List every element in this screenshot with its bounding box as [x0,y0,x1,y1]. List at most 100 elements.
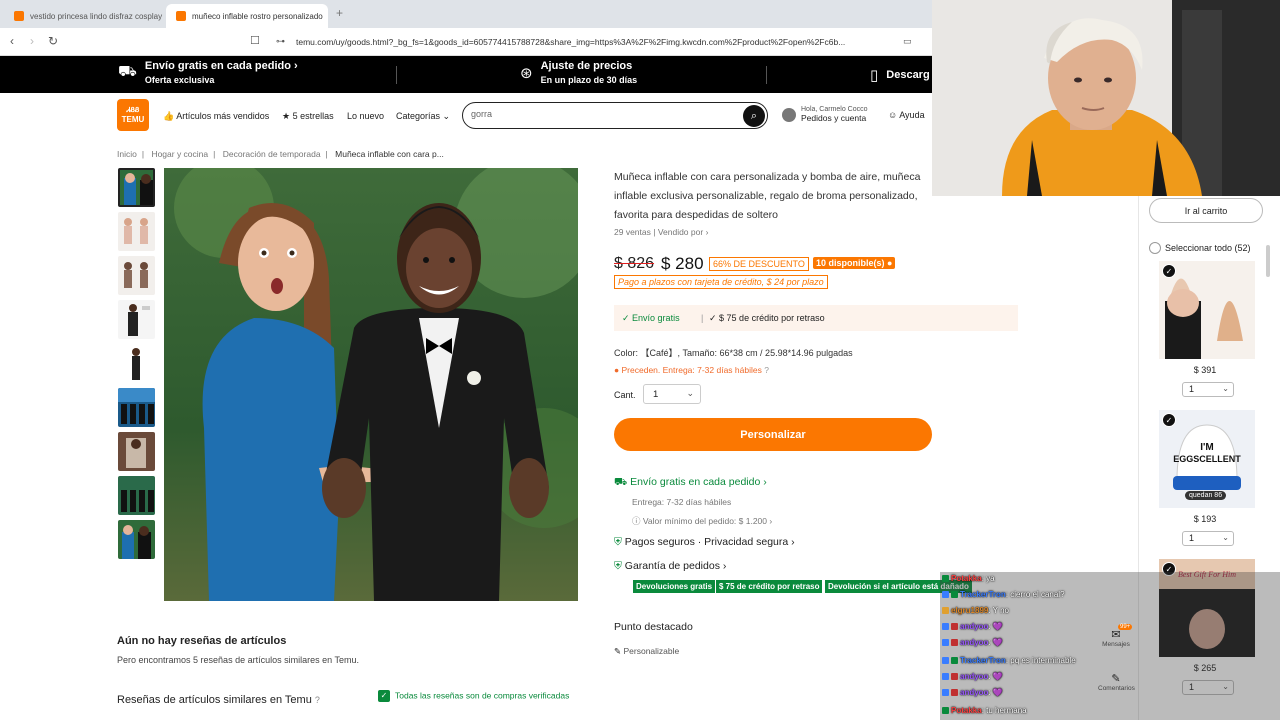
promo-price-adjust[interactable]: ⊛ Ajuste de precios En un plazo de 30 dí… [520,60,637,85]
svg-text:EGGSCELLENT: EGGSCELLENT [1173,454,1241,464]
min-order-text: Valor mínimo del pedido: $ 1.200 › [642,516,773,526]
divider [396,66,397,84]
browser-tab-active[interactable]: muñeco inflable rostro personalizado ✕ [166,4,328,28]
badge-icon [942,657,949,665]
chat-username[interactable]: andyoo [960,638,988,647]
radio-icon [1149,242,1161,254]
nav-new[interactable]: Lo nuevo [347,111,384,121]
chat-username[interactable]: elgru1899 [951,606,988,615]
chat-username[interactable]: TrackerTron [960,590,1006,599]
product-thumbnail[interactable] [118,344,155,383]
badge-icon [942,689,949,697]
chat-username[interactable]: TrackerTron [960,656,1006,665]
chevron-down-icon: ⌄ [1222,533,1229,542]
promo-title: Envío gratis en cada pedido › [144,60,298,72]
browser-toolbar: ‹ › ↻ ☐ temu.com/uy/goods.html?_bg_fs=1&… [0,28,932,56]
delivery-note-text: Preceden. Entrega: 7-32 días hábiles [621,365,762,375]
info-icon: ● [887,258,893,268]
customize-button[interactable]: Personalizar [614,418,932,451]
temu-favicon-icon [176,11,186,21]
help-circle-icon[interactable]: ? [764,365,769,375]
chat-username[interactable]: Potakka [951,574,982,583]
product-main-image[interactable] [164,168,578,601]
variant-info[interactable]: Color: 【Café】, Tamaño: 66*38 cm / 25.98*… [614,346,853,359]
breadcrumb-item[interactable]: Hogar y cocina [151,149,208,159]
product-thumbnail[interactable] [118,300,155,339]
temu-logo[interactable]: ᏗᏰᏰ TEMU [117,99,149,131]
cart-item-quantity[interactable]: 1 ⌄ [1182,382,1234,397]
cart-item-image[interactable]: I'M EGGSCELLENT ✓ quedan 86 [1159,410,1255,508]
reload-icon[interactable]: ↻ [48,34,58,48]
checkmark-icon[interactable]: ✓ [1162,413,1176,427]
site-info-icon[interactable]: ⊶ [276,36,285,47]
nav-best-sellers[interactable]: 👍 Artículos más vendidos [163,111,269,122]
promo-free-shipping[interactable]: ⛟ Envío gratis en cada pedido › Oferta e… [118,60,298,85]
tab-title: muñeco inflable rostro personalizado [192,11,323,21]
account-menu[interactable]: Hola, Carmelo Cocco Pedidos y cuenta [782,106,868,123]
scrollbar[interactable] [1266,245,1270,277]
cart-item-quantity[interactable]: 1 ⌄ [1182,531,1234,546]
product-thumbnail[interactable] [118,520,155,559]
avatar [782,107,796,122]
promo-bar: ⛟ Envío gratis en cada pedido › Oferta e… [0,56,932,93]
new-tab-icon[interactable]: + [336,6,343,20]
cart-item-image[interactable]: ✓ [1159,261,1255,359]
chat-username[interactable]: andyoo [960,622,988,631]
installments-badge[interactable]: Pago a plazos con tarjeta de crédito, $ … [614,275,828,289]
search-input[interactable] [471,109,731,119]
nav-categories[interactable]: Categorías ⌄ [396,111,450,122]
search-icon[interactable]: ⌕ [743,105,765,127]
chat-username[interactable]: Potakka [951,706,982,715]
help-circle-icon[interactable]: ? [315,695,320,705]
bookmark-icon[interactable]: ☐ [250,34,260,47]
logo-text: TEMU [121,115,145,124]
free-shipping-link[interactable]: ⛟ Envío gratis en cada pedido › [614,476,767,490]
badge-icon [951,657,958,665]
address-bar[interactable]: temu.com/uy/goods.html?_bg_fs=1&goods_id… [296,37,845,47]
chat-username[interactable]: andyoo [960,672,988,681]
shield-icon: ⛨ [614,536,622,548]
product-thumbnail[interactable] [118,476,155,515]
browser-tab-bar: vestido princesa lindo disfraz cosplay ✕… [0,0,932,28]
secure-payments-link[interactable]: ⛨ Pagos seguros · Privacidad segura › [614,536,795,549]
back-icon[interactable]: ‹ [10,34,14,48]
nav-label: Artículos más vendidos [176,111,270,121]
nav-label: Categorías [396,111,441,121]
breadcrumb-item[interactable]: Inicio [117,149,137,159]
min-order[interactable]: ⓘ Valor mínimo del pedido: $ 1.200 › [632,515,772,527]
temu-favicon-icon [14,11,24,21]
product-thumbnail[interactable] [118,256,155,295]
chat-text: cierro el canal? [1010,590,1065,599]
product-thumbnail[interactable] [118,212,155,251]
select-all-checkbox[interactable]: Seleccionar todo (52) [1149,242,1251,254]
guarantee-badge: Devoluciones gratis [633,580,716,593]
chat-message: TrackerTron: pq es interminable [942,656,1076,665]
sold-by-link[interactable]: Vendido por [658,227,703,237]
go-to-cart-button[interactable]: Ir al carrito [1149,198,1263,223]
breadcrumb-item[interactable]: Decoración de temporada [223,149,321,159]
badge-icon [951,623,958,631]
nav-label: Lo nuevo [347,111,385,121]
quantity-select[interactable]: 1 ⌄ [643,384,701,404]
nav-five-stars[interactable]: ★ 5 estrellas [282,111,334,122]
order-guarantee-link[interactable]: ⛨ Garantía de pedidos › [614,560,726,573]
cast-icon[interactable]: ▭ [903,36,912,47]
free-shipping-text: Envío gratis en cada pedido › [630,476,767,488]
product-thumbnail[interactable] [118,432,155,471]
badge-icon [951,591,958,599]
dollar-clock-icon: ⊛ [520,64,533,82]
forward-icon[interactable]: › [30,34,34,48]
chat-username[interactable]: andyoo [960,688,988,697]
comments-widget[interactable]: ✎ Comentarios [1098,672,1135,692]
product-thumbnail[interactable] [118,168,155,207]
chat-message: andyoo: 💜 [942,672,1003,681]
help-link[interactable]: ☺ Ayuda [888,110,925,120]
late-credit-label: ✓ $ 75 de crédito por retraso [709,313,825,323]
checkmark-icon[interactable]: ✓ [1162,264,1176,278]
promo-download[interactable]: ▯ Descarg [870,66,930,84]
product-thumbnail[interactable] [118,388,155,427]
messages-widget[interactable]: ✉ 99+ Mensajes [1098,624,1134,648]
browser-tab[interactable]: vestido princesa lindo disfraz cosplay ✕ [4,4,164,28]
star-icon: ★ [282,111,291,121]
availability-label: 10 disponible(s) [816,258,885,268]
